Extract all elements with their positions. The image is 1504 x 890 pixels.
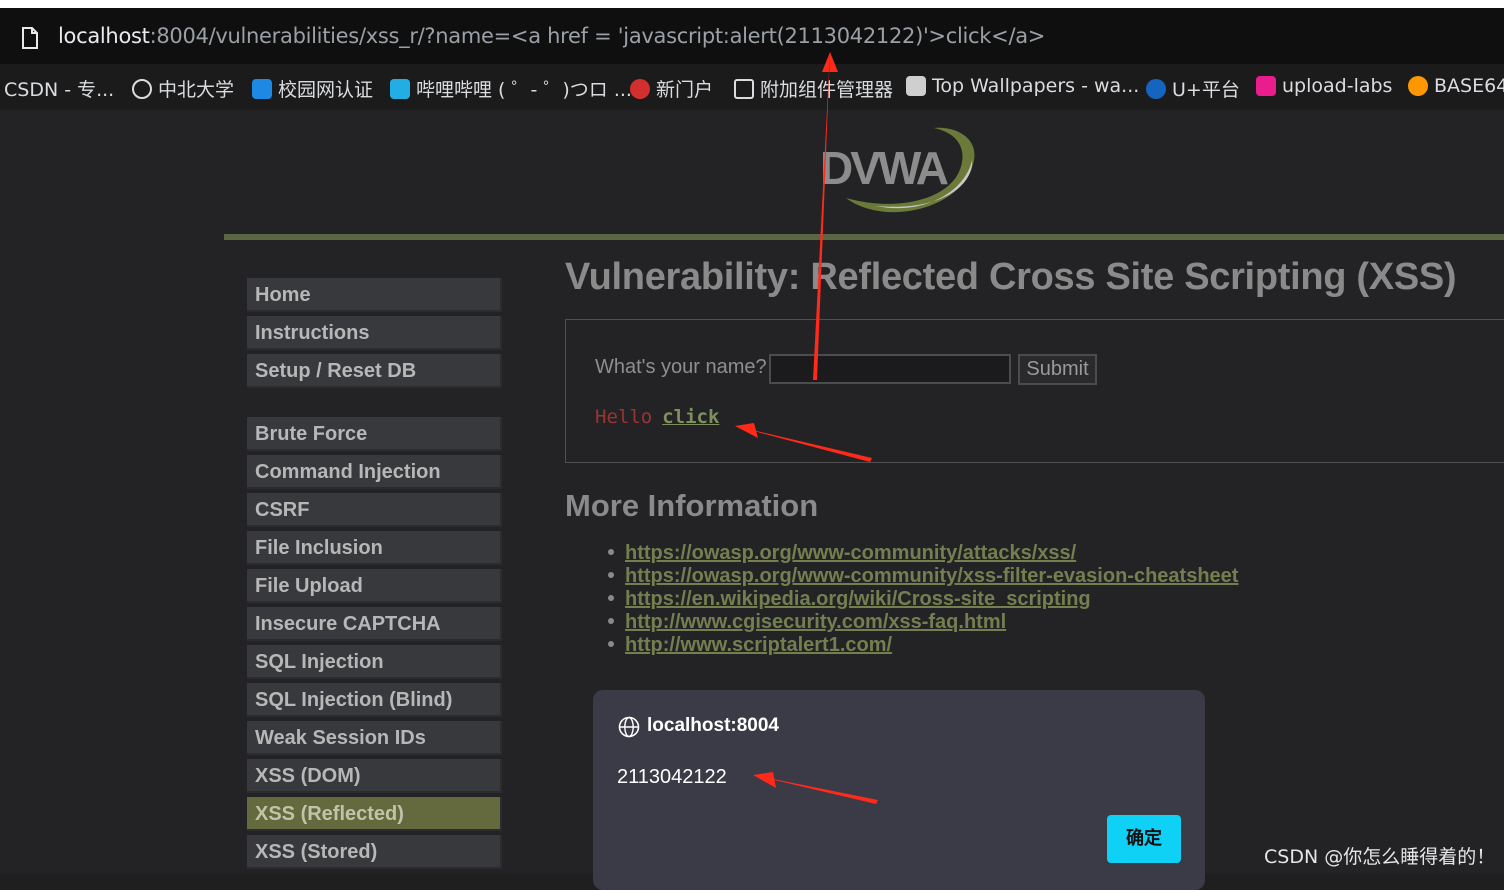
info-link-item: http://www.scriptalert1.com/ <box>608 634 892 657</box>
info-link-item: http://www.cgisecurity.com/xss-faq.html <box>608 611 1006 634</box>
school-icon <box>630 78 650 99</box>
menu-item-brute-force[interactable]: Brute Force <box>247 417 502 451</box>
menu-item-home[interactable]: Home <box>247 278 502 312</box>
dvwa-logo: DVWA <box>820 127 975 213</box>
bookmark-label: upload-labs <box>1282 75 1393 97</box>
alert-message: 2113042122 <box>617 766 727 788</box>
menu-item-sql-injection-blind[interactable]: SQL Injection (Blind) <box>247 683 502 717</box>
menu-item-instructions[interactable]: Instructions <box>247 316 502 350</box>
menu-item-weak-session-ids[interactable]: Weak Session IDs <box>247 721 502 755</box>
puzzle-icon <box>734 78 754 99</box>
page-icon <box>22 27 38 49</box>
header-divider <box>224 234 1504 240</box>
globe-icon <box>132 78 152 99</box>
menu-item-csrf[interactable]: CSRF <box>247 493 502 527</box>
bookmark-item[interactable]: 中北大学 <box>132 75 234 102</box>
bookmark-label: 哔哩哔哩 ( ゜- ゜)つロ ... <box>416 79 632 101</box>
info-link-item: https://owasp.org/www-community/xss-filt… <box>608 565 1238 588</box>
bookmark-label: 新门户 <box>656 79 714 101</box>
hello-output: Hello click <box>595 406 719 428</box>
uplus-icon <box>1146 78 1166 99</box>
bookmark-item[interactable]: CSDN - 专... <box>4 75 114 102</box>
info-link[interactable]: https://owasp.org/www-community/attacks/… <box>625 542 1076 564</box>
info-link-item: https://owasp.org/www-community/attacks/… <box>608 542 1076 565</box>
bookmark-item[interactable]: U+平台 <box>1146 75 1240 102</box>
bookmark-item[interactable]: 附加组件管理器 <box>734 75 893 102</box>
menu-item-file-upload[interactable]: File Upload <box>247 569 502 603</box>
url-text[interactable]: localhost:8004/vulnerabilities/xss_r/?na… <box>58 24 1045 48</box>
bookmark-label: CSDN - 专... <box>4 79 115 101</box>
bullet <box>608 594 614 601</box>
portal-icon <box>252 78 272 99</box>
bookmark-label: BASE64 <box>1434 75 1504 97</box>
bookmark-label: 中北大学 <box>158 79 235 101</box>
bookmark-item[interactable]: 新门户 <box>630 75 713 102</box>
bullet <box>608 548 614 555</box>
watermark: CSDN @你怎么睡得着的！ <box>1264 846 1496 868</box>
bookmark-label: U+平台 <box>1172 79 1240 101</box>
menu-item-sql-injection[interactable]: SQL Injection <box>247 645 502 679</box>
alert-origin: localhost:8004 <box>647 715 779 736</box>
menu-item-insecure-captcha[interactable]: Insecure CAPTCHA <box>247 607 502 641</box>
menu-item-xss-reflected[interactable]: XSS (Reflected) <box>247 797 502 831</box>
base64-icon <box>1408 76 1428 96</box>
info-link[interactable]: http://www.scriptalert1.com/ <box>625 634 892 656</box>
globe-icon <box>618 716 640 738</box>
name-label: What's your name? <box>595 356 767 378</box>
info-link-item: https://en.wikipedia.org/wiki/Cross-site… <box>608 588 1091 611</box>
bookmarks-bar: CSDN - 专... 中北大学 校园网认证 哔哩哔哩 ( ゜- ゜)つロ ... 新门… <box>0 64 1504 110</box>
menu-item-xss-dom[interactable]: XSS (DOM) <box>247 759 502 793</box>
address-bar[interactable]: localhost:8004/vulnerabilities/xss_r/?na… <box>0 8 1504 64</box>
bookmark-item[interactable]: 校园网认证 <box>252 75 373 102</box>
bullet <box>608 571 614 578</box>
info-link[interactable]: https://en.wikipedia.org/wiki/Cross-site… <box>625 588 1091 610</box>
upload-icon <box>1256 76 1276 96</box>
bookmark-label: 附加组件管理器 <box>760 79 894 101</box>
menu-item-command-injection[interactable]: Command Injection <box>247 455 502 489</box>
hello-text: Hello <box>595 406 653 428</box>
alert-dialog: localhost:8004 2113042122 确定 <box>593 690 1205 890</box>
menu-item-file-inclusion[interactable]: File Inclusion <box>247 531 502 565</box>
wallpaper-icon <box>906 76 926 96</box>
info-link[interactable]: http://www.cgisecurity.com/xss-faq.html <box>625 611 1006 633</box>
injected-click-link[interactable]: click <box>662 406 719 428</box>
bookmark-label: Top Wallpapers - wa... <box>932 75 1140 97</box>
bookmark-label: 校园网认证 <box>278 79 374 101</box>
menu-item-setup-reset-db[interactable]: Setup / Reset DB <box>247 354 502 388</box>
vulnerable-form-box <box>565 319 1504 463</box>
bullet <box>608 640 614 647</box>
window-top-edge <box>0 0 1504 8</box>
bookmark-item[interactable]: 哔哩哔哩 ( ゜- ゜)つロ ... <box>390 75 632 102</box>
submit-button[interactable]: Submit <box>1018 354 1097 385</box>
name-input[interactable] <box>769 354 1011 384</box>
page-title: Vulnerability: Reflected Cross Site Scri… <box>565 256 1457 298</box>
bookmark-item[interactable]: Top Wallpapers - wa... <box>906 75 1139 97</box>
more-information-title: More Information <box>565 488 819 523</box>
bookmark-item[interactable]: upload-labs <box>1256 75 1392 97</box>
logo-text: DVWA <box>820 142 948 194</box>
menu-item-xss-stored[interactable]: XSS (Stored) <box>247 835 502 869</box>
url-host: localhost <box>58 24 150 48</box>
info-link[interactable]: https://owasp.org/www-community/xss-filt… <box>625 565 1238 587</box>
url-path: :8004/vulnerabilities/xss_r/?name=<a hre… <box>149 24 1046 48</box>
bilibili-icon <box>390 78 410 99</box>
bookmark-item[interactable]: BASE64 <box>1408 75 1504 97</box>
alert-ok-button[interactable]: 确定 <box>1107 815 1181 863</box>
bullet <box>608 617 614 624</box>
